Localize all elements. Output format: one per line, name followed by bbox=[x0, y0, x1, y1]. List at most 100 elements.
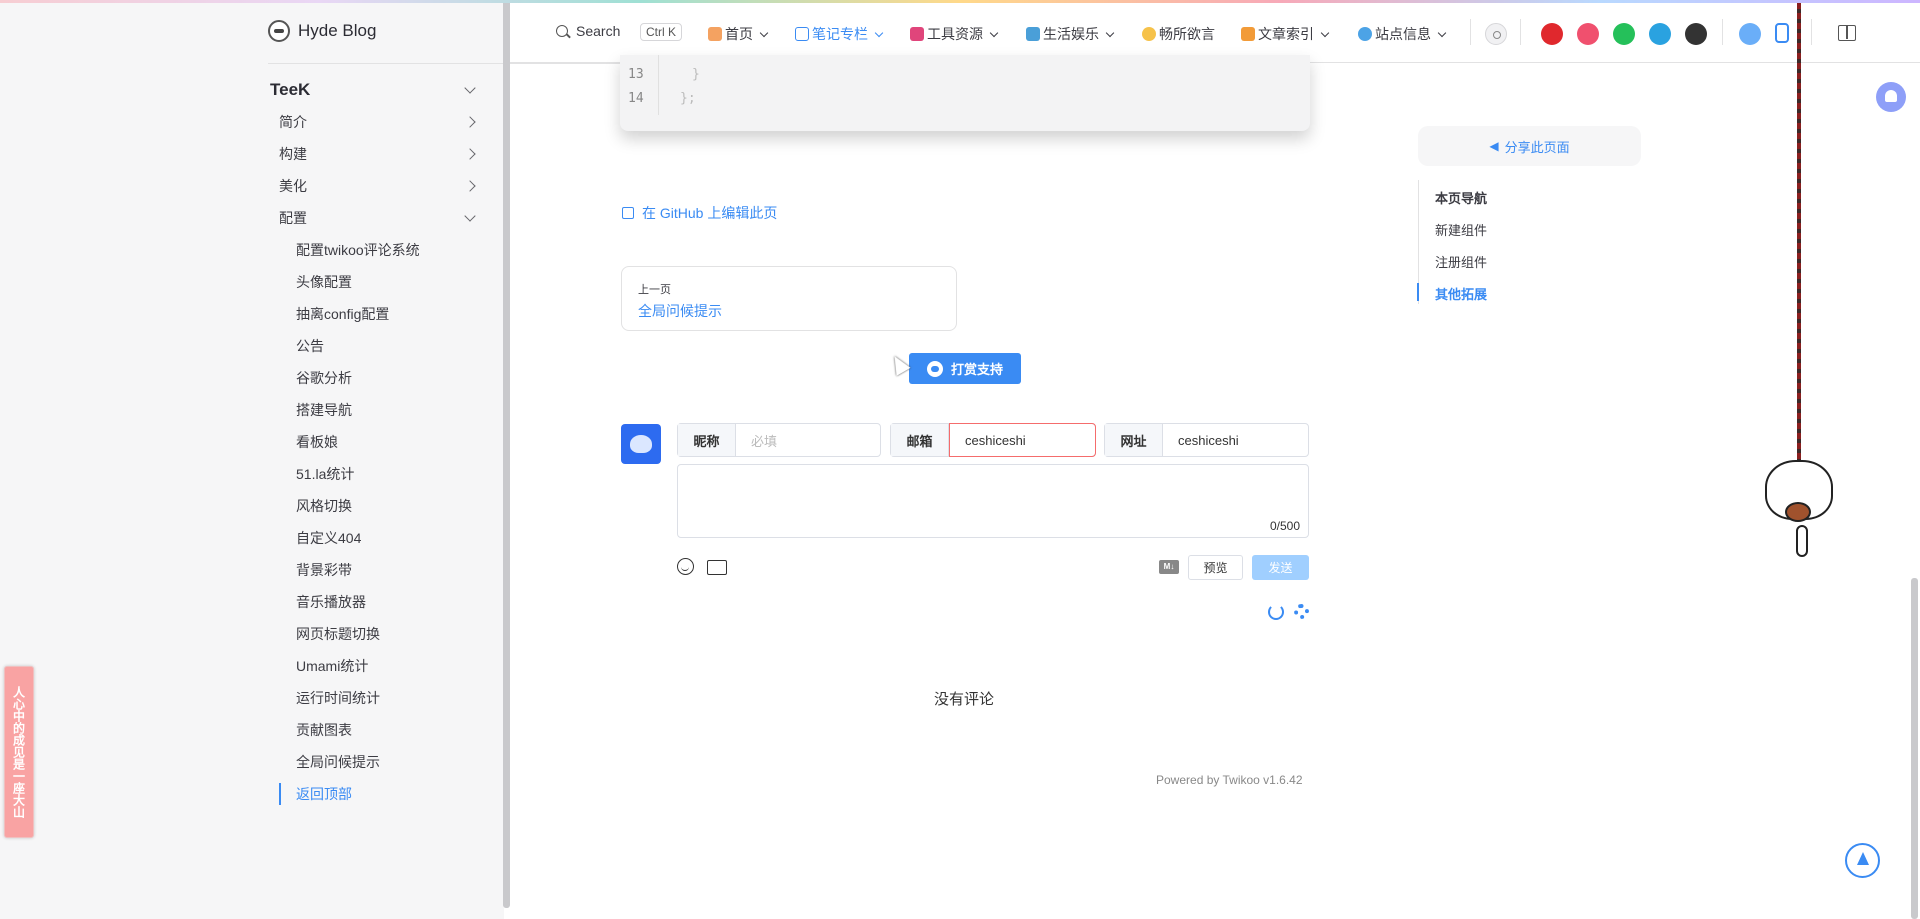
share-page-button[interactable]: ◀ 分享此页面 bbox=[1418, 126, 1641, 166]
hand-icon bbox=[1142, 27, 1156, 41]
sidebar-link[interactable]: 搭建导航 bbox=[296, 400, 352, 420]
nav-label: 生活娱乐 bbox=[1043, 26, 1099, 42]
sidebar-link[interactable]: Umami统计 bbox=[296, 656, 368, 676]
cat-tail bbox=[1796, 525, 1808, 557]
sidebar-link[interactable]: 公告 bbox=[296, 336, 324, 356]
whatsapp-icon[interactable] bbox=[1613, 23, 1635, 45]
send-button[interactable]: 发送 bbox=[1252, 555, 1309, 580]
layout-switch-icon[interactable] bbox=[1838, 25, 1856, 41]
theme-toggle-sun-icon[interactable] bbox=[1485, 23, 1507, 45]
nav-life[interactable]: 生活娱乐 bbox=[1026, 24, 1115, 44]
sidebar-scrollbar[interactable] bbox=[503, 0, 510, 908]
nav-site-info[interactable]: 站点信息 bbox=[1358, 24, 1447, 44]
nav-label: 畅所欲言 bbox=[1159, 26, 1215, 42]
sidebar-item-build[interactable]: 构建 bbox=[279, 144, 476, 164]
chevron-right-icon bbox=[464, 148, 476, 160]
sidebar-link[interactable]: 全局问候提示 bbox=[296, 752, 380, 772]
chevron-down-icon bbox=[759, 28, 769, 37]
nav-talk[interactable]: 畅所欲言 bbox=[1142, 24, 1215, 44]
nav-home[interactable]: 首页 bbox=[708, 24, 769, 44]
sidebar-link[interactable]: 风格切换 bbox=[296, 496, 352, 516]
nick-field[interactable]: 昵称 必填 bbox=[677, 423, 881, 457]
prev-page-link[interactable]: 上一页 全局问候提示 bbox=[621, 266, 957, 331]
sidebar-link[interactable]: 贡献图表 bbox=[296, 720, 352, 740]
music-note-icon[interactable] bbox=[1775, 23, 1789, 43]
page-scrollbar[interactable] bbox=[1911, 578, 1918, 919]
gear-icon[interactable] bbox=[1294, 604, 1309, 619]
top-nav: Search Ctrl K 首页 笔记专栏 工具资源 生活娱乐 畅所欲言 文章索… bbox=[510, 3, 1920, 63]
outline-link[interactable]: 注册组件 bbox=[1435, 252, 1487, 271]
sidebar-item-label: 美化 bbox=[279, 178, 307, 194]
sidebar-item-config[interactable]: 配置 bbox=[279, 208, 476, 228]
telegram-icon[interactable] bbox=[1649, 23, 1671, 45]
bilibili-icon[interactable] bbox=[1739, 23, 1761, 45]
back-to-top-rocket-icon[interactable] bbox=[1845, 843, 1880, 878]
book-icon bbox=[795, 27, 809, 41]
preview-button[interactable]: 预览 bbox=[1188, 555, 1243, 580]
mail-icon[interactable] bbox=[1577, 23, 1599, 45]
nick-input[interactable]: 必填 bbox=[736, 424, 880, 456]
edit-on-github-link[interactable]: 在 GitHub 上编辑此页 bbox=[622, 203, 777, 223]
refresh-icon[interactable] bbox=[1268, 604, 1284, 620]
github-icon[interactable] bbox=[1685, 23, 1707, 45]
outline-link[interactable]: 新建组件 bbox=[1435, 220, 1487, 239]
outline-title: 本页导航 bbox=[1435, 191, 1488, 206]
toolbox-icon bbox=[910, 27, 924, 41]
mail-input[interactable]: ceshiceshi bbox=[949, 423, 1096, 457]
line-number: 14 bbox=[628, 91, 644, 106]
sidebar-link[interactable]: 谷歌分析 bbox=[296, 368, 352, 388]
sidebar-link[interactable]: 配置twikoo评论系统 bbox=[296, 240, 420, 260]
sidebar-link[interactable]: 头像配置 bbox=[296, 272, 352, 292]
char-counter: 0/500 bbox=[1269, 519, 1300, 533]
site-logo[interactable]: Hyde Blog bbox=[268, 20, 376, 42]
comment-textarea[interactable]: 0/500 bbox=[677, 464, 1309, 538]
search-button[interactable]: Search bbox=[556, 23, 620, 39]
sidebar-item-label: 简介 bbox=[279, 114, 307, 130]
link-field[interactable]: 网址 ceshiceshi bbox=[1104, 423, 1309, 457]
logo-avatar-icon bbox=[268, 20, 290, 42]
edit-icon bbox=[622, 207, 634, 219]
emoji-icon[interactable] bbox=[677, 558, 694, 575]
link-input[interactable]: ceshiceshi bbox=[1163, 424, 1308, 456]
sidebar-link[interactable]: 音乐播放器 bbox=[296, 592, 366, 612]
prev-page-title: 全局问候提示 bbox=[638, 303, 722, 319]
sidebar-link[interactable]: 51.la统计 bbox=[296, 464, 354, 484]
hanging-rope bbox=[1797, 3, 1801, 468]
sidebar-link[interactable]: 抽离config配置 bbox=[296, 304, 389, 324]
sidebar-link[interactable]: 自定义404 bbox=[296, 528, 361, 548]
nav-tools[interactable]: 工具资源 bbox=[910, 24, 999, 44]
poem-side-tab[interactable]: 人心中的成见是一座大山 bbox=[4, 666, 34, 838]
mail-field[interactable]: 邮箱 ceshiceshi bbox=[890, 423, 1096, 457]
image-upload-icon[interactable] bbox=[707, 560, 727, 575]
wechat-icon bbox=[926, 360, 943, 377]
sidebar-group-label: TeeK bbox=[270, 80, 311, 99]
gitee-icon[interactable] bbox=[1541, 23, 1563, 45]
notification-bell-icon[interactable] bbox=[1876, 82, 1906, 112]
line-number: 13 bbox=[628, 67, 644, 82]
outline-link-active[interactable]: 其他拓展 bbox=[1435, 284, 1487, 303]
sidebar-item-label: 配置 bbox=[279, 210, 307, 226]
yarn-ball-icon bbox=[1785, 502, 1811, 522]
nav-notes[interactable]: 笔记专栏 bbox=[795, 24, 884, 44]
twikoo-powered-by[interactable]: Powered by Twikoo v1.6.42 bbox=[1156, 773, 1303, 787]
sidebar-item-beautify[interactable]: 美化 bbox=[279, 176, 476, 196]
code-block: 13 14 } }; bbox=[620, 55, 1310, 131]
chevron-down-icon bbox=[1320, 28, 1330, 37]
commenter-avatar bbox=[621, 424, 661, 464]
nav-divider bbox=[1811, 19, 1812, 45]
nav-divider bbox=[1470, 19, 1471, 45]
nav-index[interactable]: 文章索引 bbox=[1241, 24, 1330, 44]
sidebar-link[interactable]: 背景彩带 bbox=[296, 560, 352, 580]
sidebar-link[interactable]: 运行时间统计 bbox=[296, 688, 380, 708]
sidebar-group-teek[interactable]: TeeK bbox=[270, 80, 476, 100]
no-comments-text: 没有评论 bbox=[934, 691, 995, 708]
sidebar-link-active[interactable]: 返回顶部 bbox=[296, 784, 352, 804]
sidebar-link[interactable]: 网页标题切换 bbox=[296, 624, 380, 644]
sidebar-link[interactable]: 看板娘 bbox=[296, 432, 338, 452]
sidebar-item-intro[interactable]: 简介 bbox=[279, 112, 476, 132]
markdown-icon[interactable]: M↓ bbox=[1159, 560, 1179, 574]
site-title: Hyde Blog bbox=[298, 21, 377, 40]
nav-label: 站点信息 bbox=[1375, 26, 1431, 42]
chevron-down-icon bbox=[464, 82, 476, 94]
reward-button[interactable]: 打赏支持 bbox=[909, 353, 1021, 384]
